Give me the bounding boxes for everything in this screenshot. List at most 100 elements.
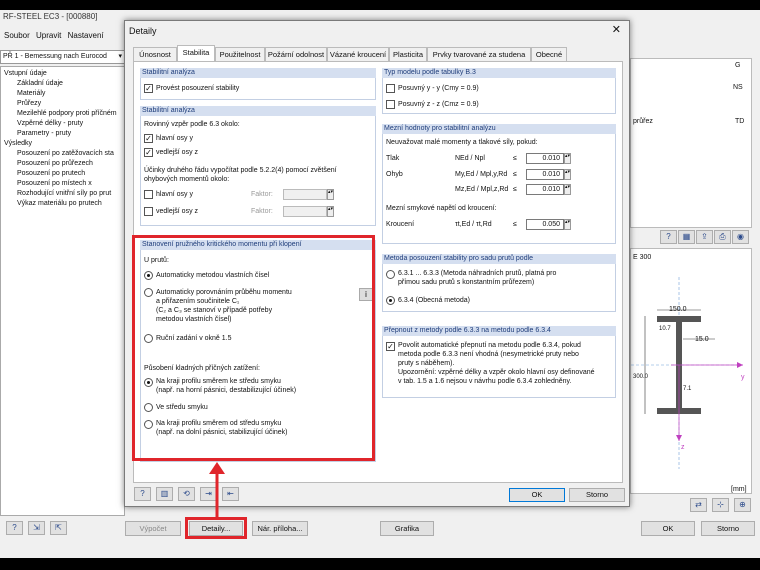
posuvny-zz-checkbox[interactable] [386,100,395,109]
vedlejsi-osy-checkbox[interactable]: ✓ [144,148,153,157]
mz-input[interactable]: 0.010 [526,184,564,195]
menu-nastaveni[interactable]: Nastavení [68,28,104,44]
spinner-icon[interactable]: ▴▾ [564,184,571,195]
tab-vazane[interactable]: Vázané kroucení [327,47,389,61]
tree-item-pos-misto[interactable]: Posouzení po místech x [17,179,92,188]
nar-priloha-button[interactable]: Nár. příloha... [252,521,308,536]
hlavni-osy2-checkbox[interactable] [144,190,153,199]
tree-item-prurezy[interactable]: Průřezy [17,99,41,108]
posuvny-yy-checkbox[interactable] [386,84,395,93]
faktor-input-1[interactable] [283,189,327,200]
tab-prvky[interactable]: Prvky tvarované za studena [427,47,531,61]
spinner-icon[interactable]: ▴▾ [564,153,571,164]
dialog-ok-button[interactable]: OK [509,488,565,502]
tree-item-vzperne[interactable]: Vzpěrné délky - pruty [17,119,83,128]
rovinny-label: Rovinný vzpěr podle 6.3 okolo: [144,121,240,128]
ucinky-label-2: ohybových momentů okolo: [144,176,230,183]
help-icon[interactable]: ? [660,230,677,244]
grafika-button[interactable]: Grafika [380,521,434,536]
tree-item-rozhodujici[interactable]: Rozhodující vnitřní síly po prut [17,189,111,198]
storno-button[interactable]: Storno [701,521,755,536]
ucinky-label-1: Účinky druhého řádu vypočítat podle 5.2.… [144,167,337,174]
posuvny-yy-label: Posuvný y - y (Cmy = 0.9) [398,85,479,92]
tree-item-vstupni[interactable]: Vstupní údaje [4,69,47,78]
tree-item-materialy[interactable]: Materiály [17,89,45,98]
menu-upravit[interactable]: Upravit [36,28,61,44]
povolit-checkbox[interactable]: ✓ [386,342,395,351]
axes-icon[interactable]: ⊹ [712,498,729,512]
section-preview: E 300 150.0 15.0 10.7 300.0 7.1 y z [mm] [630,248,752,494]
print-icon[interactable]: ⎙ [714,230,731,244]
smykove-label: Mezní smykové napětí od kroucení: [386,205,497,212]
section-name: E 300 [633,254,652,261]
metoda-634-radio[interactable] [386,296,395,305]
group-header: Přepnout z metody podle 6.3.3 na metodu … [382,326,616,336]
axis-y-label: y [741,374,745,381]
import-icon[interactable]: ⇲ [28,521,45,535]
metoda-631-radio[interactable] [386,270,395,279]
krouceni-input[interactable]: 0.050 [526,219,564,230]
view-icon[interactable]: ◉ [732,230,749,244]
hlavni-osy-checkbox[interactable]: ✓ [144,134,153,143]
group-header: Mezní hodnoty pro stabilitní analýzu [382,124,616,134]
group-prepnout: Přepnout z metody podle 6.3.3 na metodu … [382,326,616,398]
tab-plasticita[interactable]: Plasticita [389,47,427,61]
tree-item-pos-zat[interactable]: Posouzení po zatěžovacích sta [17,149,114,158]
spinner-icon[interactable]: ▴▾ [327,189,334,200]
ok-button[interactable]: OK [641,521,695,536]
tree-item-pos-prurez[interactable]: Posouzení po průřezech [17,159,93,168]
tree-item-zakladni[interactable]: Základní údaje [17,79,63,88]
faktor-input-2[interactable] [283,206,327,217]
units-icon[interactable]: ▥ [156,487,173,501]
table-icon[interactable]: ▦ [678,230,695,244]
spinner-icon[interactable]: ▴▾ [564,219,571,230]
upozorneni-label-2: v tab. 1.5 a 1.6 nejsou v návrhu podle 6… [398,378,572,385]
tab-pozarni[interactable]: Požární odolnost [265,47,327,61]
tree-item-parametry[interactable]: Parametry - pruty [17,129,71,138]
hlavni-osy-label: hlavní osy y [156,135,193,142]
tab-pouzitelnost[interactable]: Použitelnost [215,47,265,61]
tree-item-mezilehle[interactable]: Mezilehlé podpory proti příčném [17,109,117,118]
tree-item-vykaz[interactable]: Výkaz materiálu po prutech [17,199,102,208]
close-icon[interactable]: ✕ [612,23,621,36]
dialog-title: Detaily [129,26,157,36]
tlak-label: Tlak [386,155,400,162]
navigator-tree: Vstupní údaje Základní údaje Materiály P… [0,66,125,516]
default-icon[interactable]: ⟲ [178,487,195,501]
tab-obecne[interactable]: Obecné [531,47,567,61]
spinner-icon[interactable]: ▴▾ [564,169,571,180]
metoda-631-label-2: přímou sadu prutů s konstantním průřezem… [398,279,535,286]
le-sign: ≤ [513,155,517,162]
col-prurez: průřez [633,118,653,125]
chevron-down-icon: ▾ [118,53,122,60]
highlight-detaily-button [185,517,247,539]
menu-soubor[interactable]: Soubor [4,28,30,44]
unit-label: [mm] [731,486,747,493]
case-select[interactable]: PŘ 1 - Bemessung nach Eurocod ▾ [0,50,125,64]
dimension-icon[interactable]: ⇄ [690,498,707,512]
tab-stabilita[interactable]: Stabilita [177,45,215,61]
vedlejsi-osy2-checkbox[interactable] [144,207,153,216]
hlavni-osy2-label: hlavní osy y [156,191,193,198]
tree-item-pos-prut[interactable]: Posouzení po prutech [17,169,85,178]
tree-item-vysledky[interactable]: Výsledky [4,139,32,148]
help-icon[interactable]: ? [134,487,151,501]
highlight-box [132,235,375,461]
export-icon[interactable]: ⇱ [50,521,67,535]
spinner-icon[interactable]: ▴▾ [327,206,334,217]
tlak-input[interactable]: 0.010 [526,153,564,164]
dialog-storno-button[interactable]: Storno [569,488,625,502]
provest-checkbox[interactable]: ✓ [144,84,153,93]
vypocet-button[interactable]: Výpočet [125,521,181,536]
vedlejsi-osy2-label: vedlejší osy z [156,208,199,215]
col-g: G [735,62,741,69]
zoom-icon[interactable]: ⊕ [734,498,751,512]
neuvazovat-label: Neuvažovat malé momenty a tlakové síly, … [386,139,538,146]
my-input[interactable]: 0.010 [526,169,564,180]
menu-bar: Soubor Upravit Nastavení [0,28,125,44]
dim-web: 7.1 [683,386,692,392]
help-icon[interactable]: ? [6,521,23,535]
case-select-value: PŘ 1 - Bemessung nach Eurocod [3,53,107,60]
export-icon[interactable]: ⇪ [696,230,713,244]
tab-unosnost[interactable]: Únosnost [133,47,177,61]
